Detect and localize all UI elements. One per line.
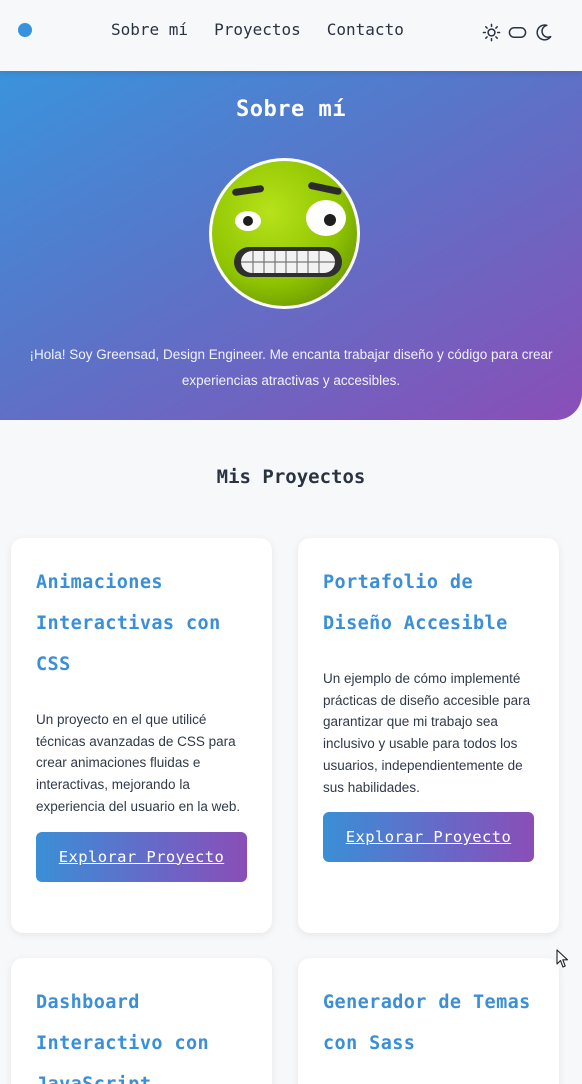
nav-link-proyectos[interactable]: Proyectos: [214, 20, 301, 40]
mouse-cursor-icon: [556, 949, 569, 968]
nav-link-sobre-mi[interactable]: Sobre mí: [111, 20, 188, 40]
moon-icon[interactable]: [534, 23, 553, 42]
hero-section: Sobre mí ¡Hola! Soy Greensad, Design Eng…: [0, 71, 582, 420]
project-card-sass-themes: Generador de Temas con Sass: [298, 958, 559, 1084]
explore-project-button[interactable]: Explorar Proyecto: [36, 831, 247, 882]
logo-dot[interactable]: [18, 23, 32, 37]
theme-switcher: [482, 23, 553, 42]
project-card-title: Dashboard Interactivo con JavaScript: [36, 992, 210, 1084]
project-card-css-animations: Animaciones Interactivas con CSS Un proy…: [11, 538, 272, 933]
toggle-icon[interactable]: [508, 23, 527, 42]
main-nav: Sobre mí Proyectos Contacto: [111, 20, 404, 40]
projects-title: Mis Proyectos: [216, 466, 366, 488]
project-card-description: Un proyecto en el que utilicé técnicas a…: [36, 712, 241, 814]
hero-title: Sobre mí: [236, 97, 346, 122]
project-card-title: Portafolio de Diseño Accesible: [323, 572, 508, 634]
explore-project-button[interactable]: Explorar Proyecto: [323, 812, 534, 863]
project-card-accessible-portfolio: Portafolio de Diseño Accesible Un ejempl…: [298, 538, 559, 933]
hero-bio: ¡Hola! Soy Greensad, Design Engineer. Me…: [29, 347, 553, 388]
project-card-js-dashboard: Dashboard Interactivo con JavaScript: [11, 958, 272, 1084]
sun-icon[interactable]: [482, 23, 501, 42]
project-card-description: Un ejemplo de cómo implementé prácticas …: [323, 671, 531, 795]
top-navbar: Sobre mí Proyectos Contacto: [0, 0, 582, 71]
nav-link-contacto[interactable]: Contacto: [327, 20, 404, 40]
project-card-title: Animaciones Interactivas con CSS: [36, 572, 221, 675]
avatar: [209, 158, 360, 309]
project-card-title: Generador de Temas con Sass: [323, 992, 531, 1054]
